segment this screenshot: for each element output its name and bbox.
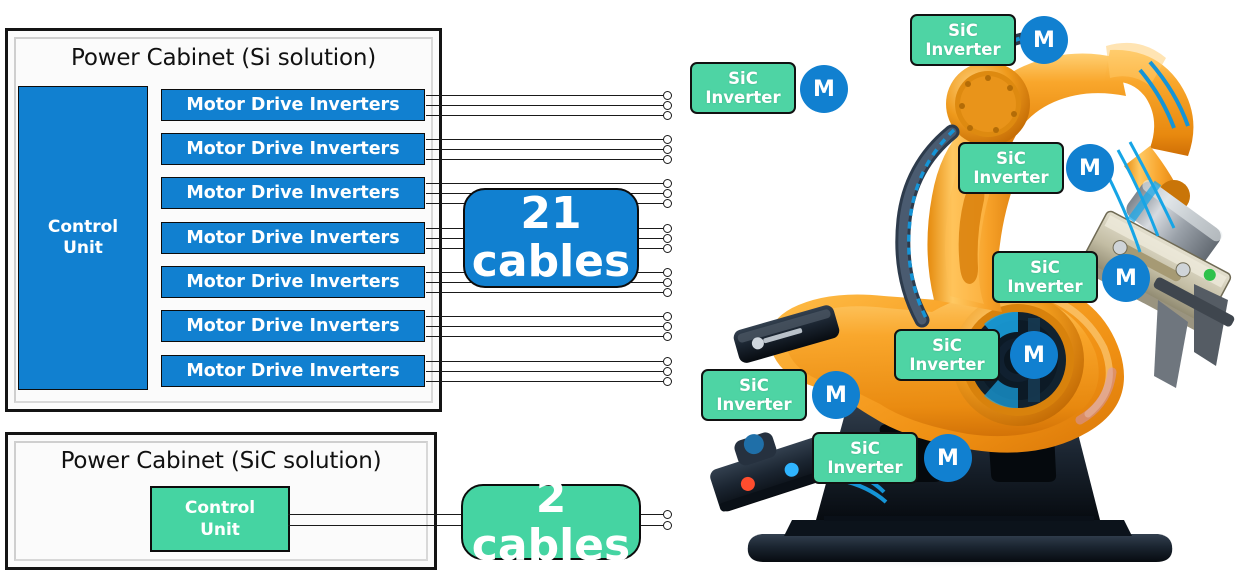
sic-inverter-tag-2-line2: Inverter: [925, 40, 1001, 59]
motor-7: M: [924, 434, 972, 482]
si-cable-endpoint: [663, 367, 672, 376]
sic-cable-left: [288, 525, 463, 526]
si-cable-endpoint: [663, 145, 672, 154]
si-cable-endpoint: [663, 91, 672, 100]
cable-count-si: 21 cables: [463, 188, 639, 288]
sic-inverter-tag-5-line2: Inverter: [909, 355, 985, 374]
cable-count-si-number: 21: [520, 188, 582, 239]
sic-inverter-tag-3-line2: Inverter: [973, 168, 1049, 187]
si-cable-endpoint: [663, 377, 672, 386]
sic-cable-right: [639, 525, 663, 526]
si-cable-endpoint: [663, 234, 672, 243]
sic-cable-endpoint: [663, 510, 672, 519]
sic-inverter-tag-4-line2: Inverter: [1007, 277, 1083, 296]
sic-inverter-tag-6-line1: SiC: [739, 376, 769, 395]
motor-5: M: [1010, 331, 1058, 379]
si-cable-endpoint: [663, 101, 672, 110]
si-cable-endpoint: [663, 111, 672, 120]
sic-inverter-tag-2: SiC Inverter: [910, 14, 1016, 66]
control-unit-sic-line1: Control: [184, 498, 256, 518]
si-cable-endpoint: [663, 278, 672, 287]
cable-count-sic: 2 cables: [461, 474, 641, 570]
si-cable: [426, 361, 663, 362]
si-cable-endpoint: [663, 312, 672, 321]
control-unit-sic-line2: Unit: [200, 520, 240, 540]
si-cable-endpoint: [663, 357, 672, 366]
sic-inverter-tag-1: SiC Inverter: [690, 62, 796, 114]
si-cable-endpoint: [663, 155, 672, 164]
control-unit-sic: Control Unit: [150, 486, 290, 552]
si-cable-endpoint: [663, 224, 672, 233]
si-cable: [426, 381, 663, 382]
sic-inverter-tag-4: SiC Inverter: [992, 251, 1098, 303]
si-cable: [426, 336, 663, 337]
sic-cable-left: [288, 514, 463, 515]
motor-drive-inverter-5: Motor Drive Inverters: [161, 266, 425, 298]
motor-2: M: [1020, 16, 1068, 64]
si-cable-endpoint: [663, 189, 672, 198]
sic-inverter-tag-5: SiC Inverter: [894, 329, 1000, 381]
si-cable: [426, 115, 663, 116]
motor-drive-inverter-1: Motor Drive Inverters: [161, 89, 425, 121]
motor-drive-inverter-2: Motor Drive Inverters: [161, 133, 425, 165]
motor-drive-inverter-6: Motor Drive Inverters: [161, 310, 425, 342]
motor-4: M: [1102, 254, 1150, 302]
motor-drive-inverter-4: Motor Drive Inverters: [161, 222, 425, 254]
control-unit-si: Control Unit: [18, 86, 148, 390]
si-cable-endpoint: [663, 268, 672, 277]
si-cable-endpoint: [663, 332, 672, 341]
si-cable: [426, 292, 663, 293]
sic-inverter-tag-3-line1: SiC: [996, 149, 1026, 168]
si-cable: [426, 316, 663, 317]
si-cable: [426, 371, 663, 372]
sic-inverter-tag-3: SiC Inverter: [958, 142, 1064, 194]
sic-inverter-tag-7-line2: Inverter: [827, 458, 903, 477]
sic-cable-right: [639, 514, 663, 515]
si-cable-endpoint: [663, 244, 672, 253]
sic-inverter-tag-6-line2: Inverter: [716, 395, 792, 414]
si-cable: [426, 139, 663, 140]
motor-3: M: [1066, 144, 1114, 192]
power-cabinet-si-title: Power Cabinet (Si solution): [71, 45, 376, 71]
si-cable: [426, 95, 663, 96]
sic-cable-endpoint: [663, 521, 672, 530]
si-cable: [426, 159, 663, 160]
diagram-canvas: Power Cabinet (Si solution) Control Unit…: [0, 0, 1245, 574]
cable-count-si-unit: cables: [471, 236, 631, 287]
si-cable-endpoint: [663, 288, 672, 297]
sic-inverter-tag-1-line1: SiC: [728, 69, 758, 88]
sic-inverter-tag-4-line1: SiC: [1030, 258, 1060, 277]
si-cable: [426, 183, 663, 184]
sic-inverter-tag-2-line1: SiC: [948, 21, 978, 40]
control-unit-si-line1: Control: [47, 217, 119, 237]
sic-inverter-tag-7: SiC Inverter: [812, 432, 918, 484]
sic-inverter-tag-6: SiC Inverter: [701, 369, 807, 421]
cable-count-sic-label: 2 cables: [471, 472, 631, 571]
motor-1: M: [800, 65, 848, 113]
motor-drive-inverter-3: Motor Drive Inverters: [161, 177, 425, 209]
si-cable: [426, 105, 663, 106]
si-cable-endpoint: [663, 199, 672, 208]
si-cable: [426, 326, 663, 327]
power-cabinet-sic-title: Power Cabinet (SiC solution): [60, 448, 382, 474]
si-cable-endpoint: [663, 322, 672, 331]
motor-6: M: [812, 371, 860, 419]
motor-drive-inverter-7: Motor Drive Inverters: [161, 355, 425, 387]
control-unit-si-line2: Unit: [63, 238, 103, 258]
sic-inverter-tag-5-line1: SiC: [932, 336, 962, 355]
si-cable: [426, 149, 663, 150]
sic-inverter-tag-1-line2: Inverter: [705, 88, 781, 107]
si-cable-endpoint: [663, 135, 672, 144]
sic-inverter-tag-7-line1: SiC: [850, 439, 880, 458]
industrial-robot-illustration: SiC Inverter M SiC Inverter M SiC Invert…: [688, 0, 1245, 574]
si-cable-endpoint: [663, 179, 672, 188]
